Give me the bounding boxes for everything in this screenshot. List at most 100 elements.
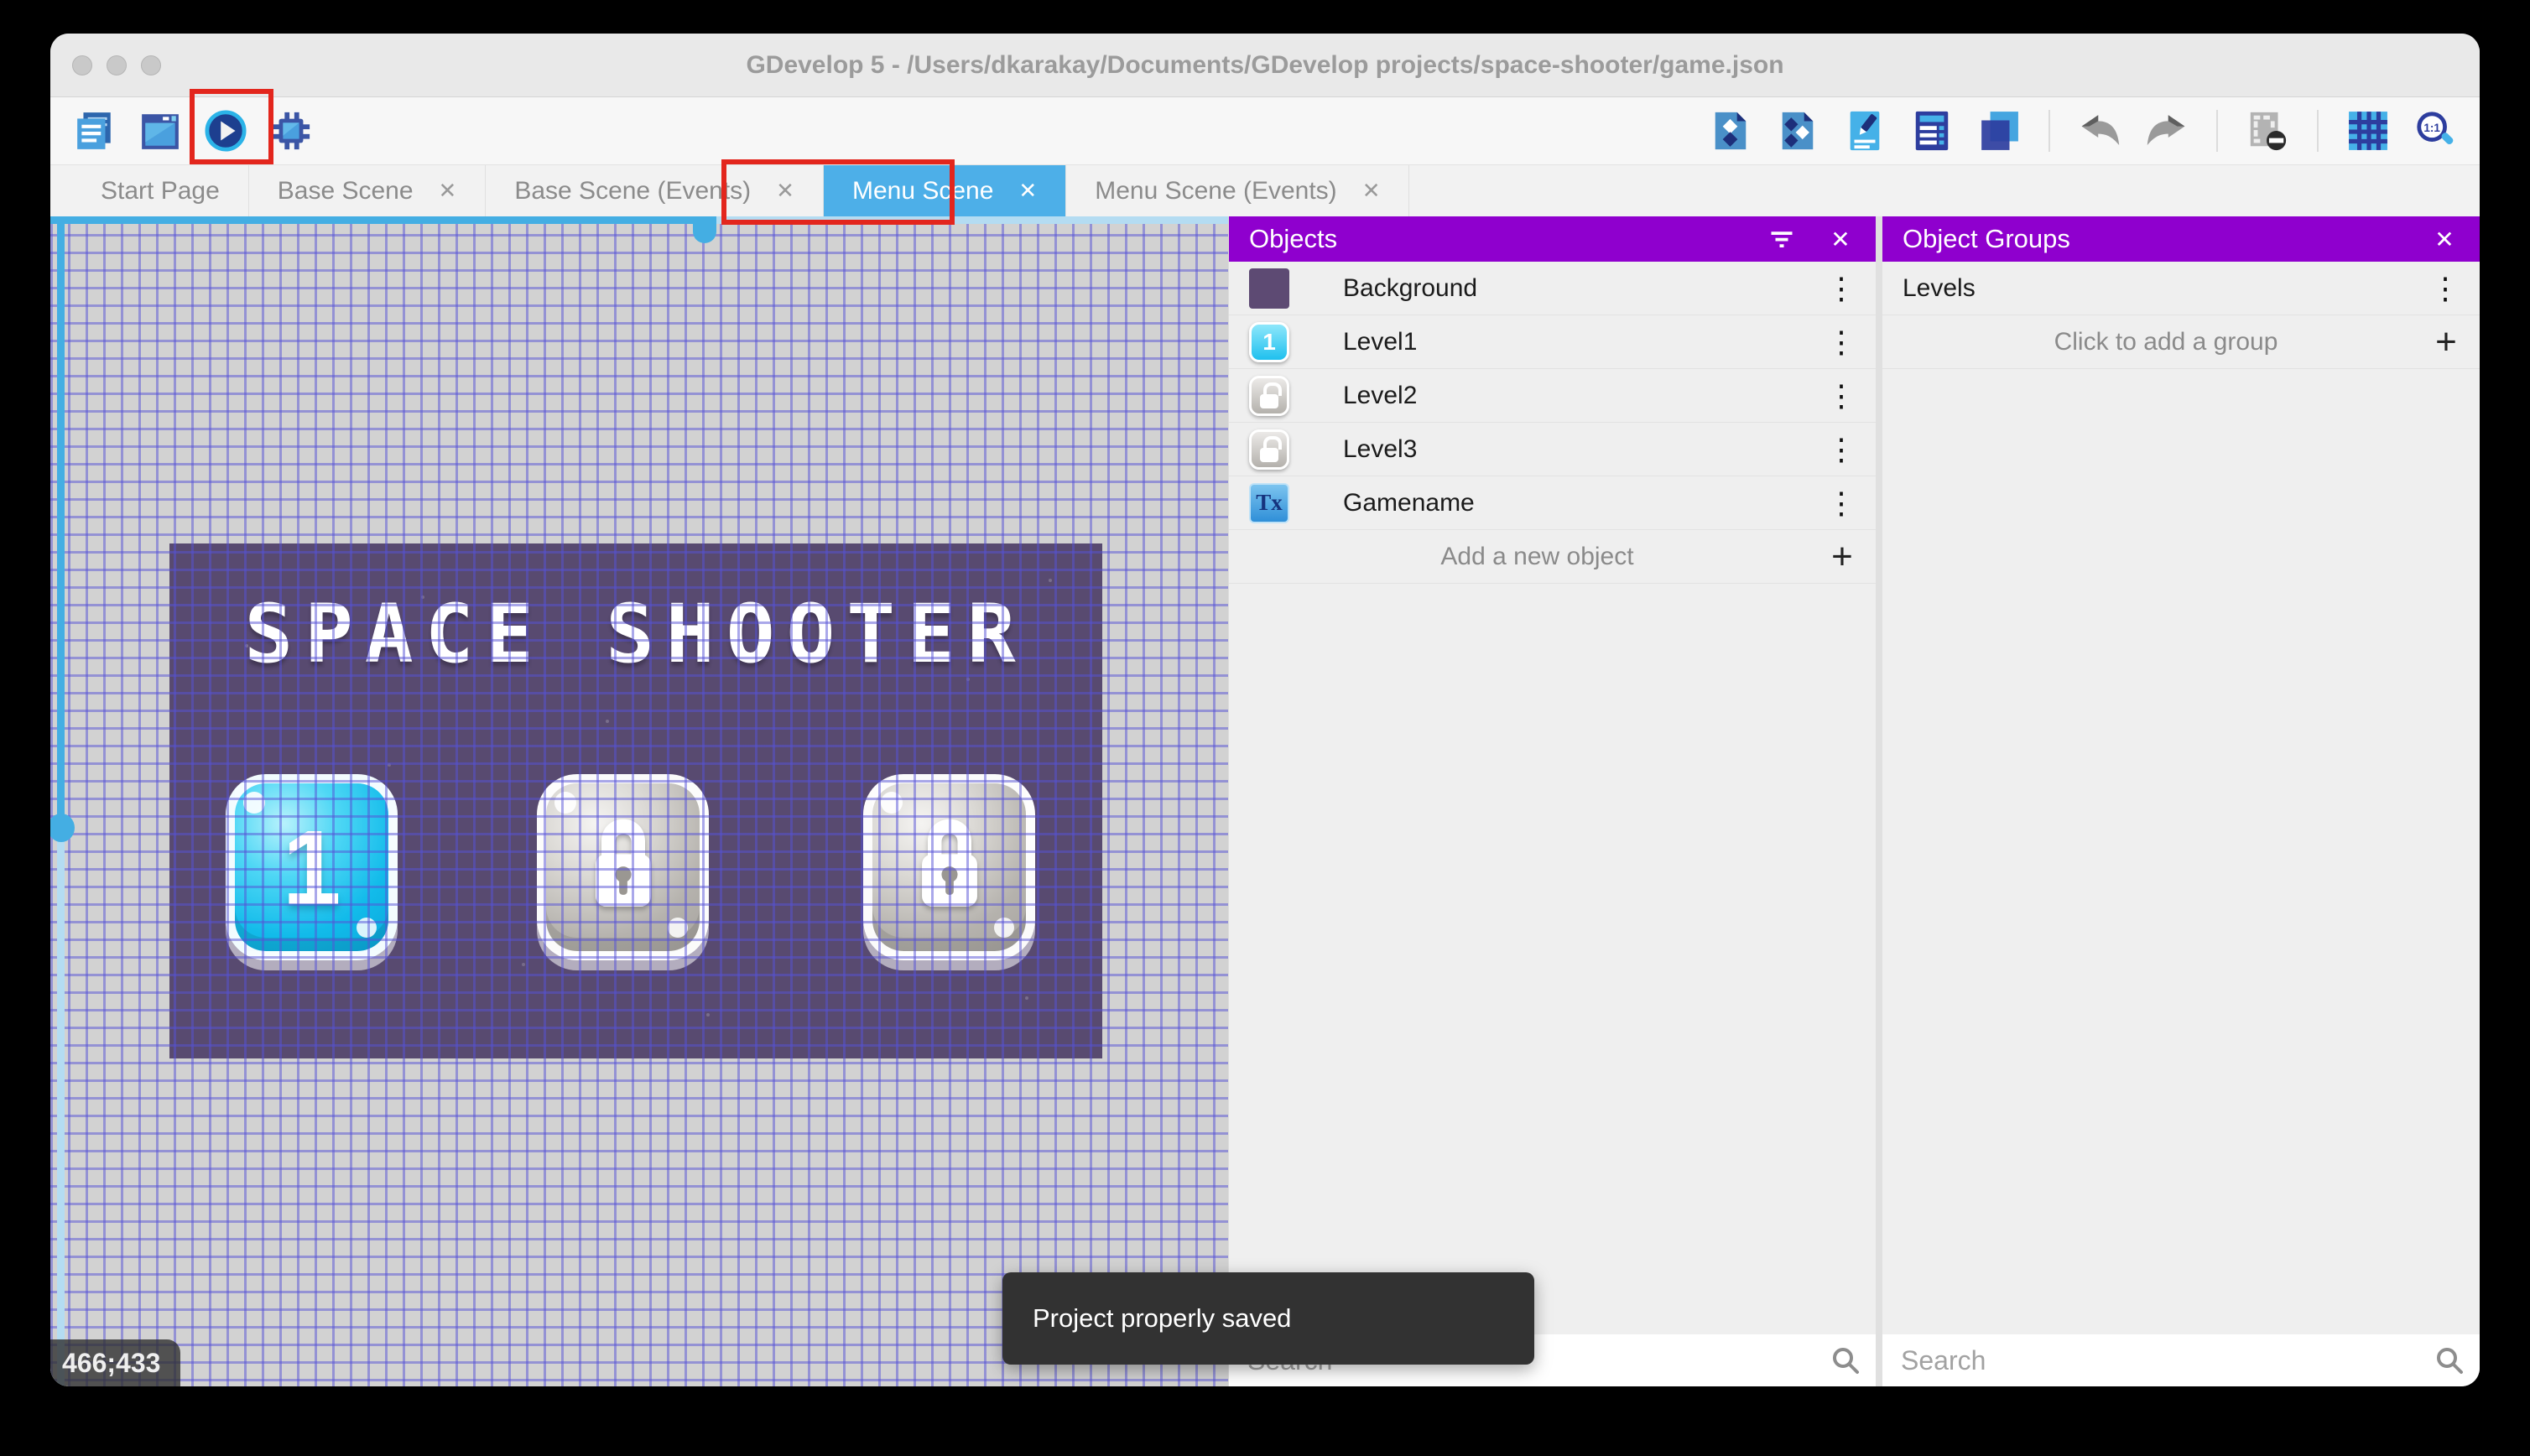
object-name: Level2 (1343, 381, 1418, 409)
toolbar: 1:1 (50, 97, 2480, 164)
game-scene-rect[interactable]: SPACE SHOOTER 1 (169, 543, 1102, 1058)
editor-tab[interactable]: Start Page (72, 165, 249, 216)
horizontal-scroll-indicator[interactable] (50, 216, 1228, 243)
tab-close-icon[interactable]: ✕ (1018, 178, 1037, 204)
add-object-row[interactable]: Add a new object + (1229, 530, 1876, 584)
close-panel-icon[interactable]: ✕ (2429, 224, 2460, 254)
minimize-window-button[interactable] (107, 55, 127, 75)
play-preview-button[interactable] (203, 108, 248, 153)
toolbar-right: 1:1 (1708, 108, 2458, 153)
objects-panel-title: Objects (1249, 224, 1338, 253)
object-groups-search-bar (1882, 1334, 2480, 1386)
level-button-instance[interactable] (863, 774, 1035, 960)
lock-icon (595, 819, 651, 907)
object-thumbnail (1249, 375, 1289, 416)
undo-button[interactable] (2077, 108, 2122, 153)
add-group-label: Click to add a group (2054, 327, 2278, 356)
kebab-menu-icon[interactable]: ⋮ (1825, 486, 1859, 521)
cursor-coordinates-badge: 466;433 (50, 1339, 181, 1386)
instances-list-icon (1915, 111, 1949, 151)
toolbar-separator (2317, 110, 2319, 152)
object-thumbnail (1249, 268, 1289, 309)
open-properties-button[interactable] (1842, 108, 1887, 153)
open-objects-editor-button[interactable] (1708, 108, 1753, 153)
zoom-original-button[interactable]: 1:1 (2413, 108, 2458, 153)
open-object-groups-editor-button[interactable] (1775, 108, 1820, 153)
layers-icon (1981, 112, 2018, 150)
toolbar-separator (2048, 110, 2050, 152)
tab-label: Start Page (101, 176, 220, 205)
object-row[interactable]: Gamename ⋮ (1229, 476, 1876, 530)
open-instances-list-button[interactable] (1909, 108, 1955, 153)
objects-panel: Objects ✕ Background ⋮ 1 Level1 ⋮ Level2… (1228, 216, 1876, 1386)
panel-divider[interactable] (1876, 216, 1882, 1386)
object-groups-editor-icon (1782, 112, 1814, 150)
object-row[interactable]: Level3 ⋮ (1229, 423, 1876, 476)
project-manager-button[interactable] (72, 108, 117, 153)
scene-properties-button[interactable] (138, 108, 183, 153)
open-layers-editor-button[interactable] (1976, 108, 2022, 153)
object-row[interactable]: Background ⋮ (1229, 262, 1876, 315)
debugger-icon (272, 112, 310, 150)
debugger-button[interactable] (268, 108, 314, 153)
scene-editor-canvas[interactable]: SPACE SHOOTER 1 466;433 (50, 216, 1228, 1386)
search-icon (2437, 1348, 2463, 1374)
object-groups-panel: Object Groups ✕ Levels ⋮ Click to add a … (1882, 216, 2480, 1386)
scene-title-text[interactable]: SPACE SHOOTER (169, 587, 1102, 681)
toolbar-left (72, 108, 314, 153)
tab-close-icon[interactable]: ✕ (439, 178, 457, 204)
close-window-button[interactable] (72, 55, 92, 75)
zoom-1-1-icon: 1:1 (2417, 112, 2454, 145)
editor-tab[interactable]: Base Scene ✕ (249, 165, 487, 216)
object-groups-search-input[interactable] (1901, 1344, 2434, 1376)
editor-tab[interactable]: Base Scene (Events) ✕ (486, 165, 824, 216)
object-groups-panel-empty-space (1882, 369, 2480, 1334)
close-panel-icon[interactable]: ✕ (1825, 224, 1856, 254)
redo-button[interactable] (2144, 108, 2189, 153)
editor-tab[interactable]: Menu Scene ✕ (823, 165, 1067, 216)
kebab-menu-icon[interactable]: ⋮ (2429, 271, 2463, 306)
object-row[interactable]: Level2 ⋮ (1229, 369, 1876, 423)
plus-icon[interactable]: + (2429, 321, 2463, 363)
filter-icon[interactable] (1767, 224, 1797, 254)
redo-icon (2147, 115, 2185, 145)
tab-label: Base Scene (277, 176, 414, 205)
tab-close-icon[interactable]: ✕ (1362, 178, 1381, 204)
lock-icon (921, 819, 977, 907)
vertical-scroll-thumb[interactable] (50, 814, 75, 842)
tab-label: Base Scene (Events) (514, 176, 752, 205)
objects-list: Background ⋮ Level1 ⋮ Level2 (1229, 262, 1876, 530)
level-button-instance[interactable] (537, 774, 709, 960)
object-group-row[interactable]: Levels ⋮ (1882, 262, 2480, 315)
kebab-menu-icon[interactable]: ⋮ (1825, 271, 1859, 306)
toggle-grid-button[interactable] (2345, 108, 2391, 153)
scene-window-icon (142, 114, 179, 149)
tab-label: Menu Scene (851, 176, 994, 205)
undo-icon (2081, 115, 2120, 145)
kebab-menu-icon[interactable]: ⋮ (1825, 378, 1859, 413)
objects-panel-empty-space (1229, 584, 1876, 1334)
toast-message: Project properly saved (1033, 1303, 1292, 1333)
level-button-instance[interactable]: 1 (226, 774, 398, 960)
tabbar: Start Page Base Scene ✕ Base Scene (Even… (50, 164, 2480, 216)
vertical-scroll-indicator[interactable] (50, 216, 75, 1386)
vertical-scroll-track-filled (57, 216, 65, 826)
add-group-row[interactable]: Click to add a group + (1882, 315, 2480, 369)
tab-close-icon[interactable]: ✕ (776, 178, 794, 204)
level-number-label: 1 (282, 808, 341, 927)
grid-icon (2349, 112, 2387, 150)
save-toast: Project properly saved (1002, 1272, 1534, 1365)
horizontal-scroll-thumb[interactable] (693, 216, 716, 243)
gdevelop-window: GDevelop 5 - /Users/dkarakay/Documents/G… (50, 34, 2480, 1386)
object-groups-list: Levels ⋮ (1882, 262, 2480, 315)
plus-icon[interactable]: + (1825, 536, 1859, 578)
object-row[interactable]: Level1 ⋮ (1229, 315, 1876, 369)
search-icon (1833, 1348, 1859, 1374)
toggle-window-mask-button[interactable] (2245, 108, 2290, 153)
objects-panel-header: Objects ✕ (1229, 216, 1876, 262)
editor-tab[interactable]: Menu Scene (Events) ✕ (1066, 165, 1410, 216)
kebab-menu-icon[interactable]: ⋮ (1825, 432, 1859, 467)
objects-editor-icon (1715, 112, 1747, 150)
zoom-window-button[interactable] (141, 55, 161, 75)
kebab-menu-icon[interactable]: ⋮ (1825, 325, 1859, 360)
